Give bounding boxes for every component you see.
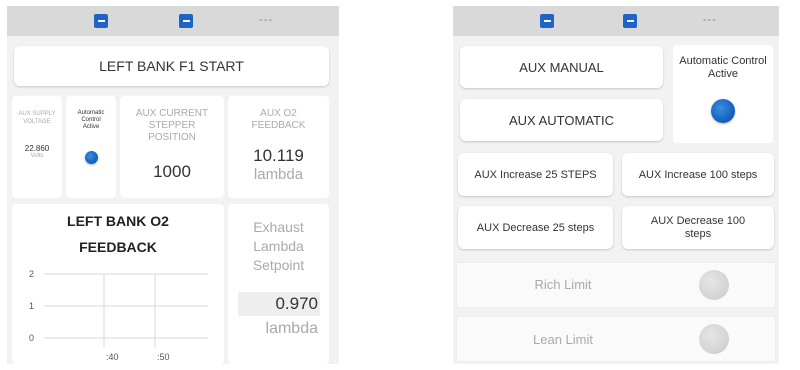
aux-o2-feedback-unit: lambda (253, 166, 304, 183)
automatic-control-indicator (711, 99, 735, 123)
automatic-control-small-label: Automatic Control Active (77, 110, 105, 130)
chart-ticks: 2 1 0 :40 :50 (29, 269, 170, 362)
exhaust-lambda-setpoint-tile: Exhaust Lambda Setpoint (228, 204, 329, 364)
aux-supply-voltage-value: 22.860 (24, 144, 50, 153)
aux-supply-voltage-unit: Volts (30, 153, 44, 159)
aux-decrease-100-label: AUX Decrease 100 steps (650, 214, 746, 240)
aux-increase-100-button[interactable]: AUX Increase 100 steps (622, 153, 774, 196)
left-topbar-dash: --- (259, 14, 273, 26)
rich-limit-indicator (699, 270, 729, 300)
aux-o2-feedback-label: AUX O2 FEEDBACK (251, 108, 306, 131)
chart-x-tick-label: :40 (106, 352, 119, 362)
aux-o2-feedback-value: 10.119 (253, 146, 304, 165)
right-back-arrow-icon[interactable] (540, 14, 554, 28)
setpoint-unit: lambda (265, 320, 318, 337)
automatic-control-small-indicator (84, 151, 98, 164)
aux-o2-feedback-tile: AUX O2 FEEDBACK 10.119 lambda (228, 96, 329, 198)
aux-stepper-position-value: 1000 (153, 162, 191, 181)
exhaust-lambda-setpoint-label: Exhaust Lambda Setpoint (252, 219, 305, 273)
aux-increase-100-label: AUX Increase 100 steps (638, 168, 758, 181)
right-topbar-dash: --- (703, 14, 717, 26)
aux-decrease-25-button[interactable]: AUX Decrease 25 steps (458, 206, 613, 249)
aux-decrease-25-label: AUX Decrease 25 steps (476, 221, 595, 234)
aux-supply-voltage-tile: AUX SUPPLY VOLTAGE 22.860 Volts (12, 96, 62, 198)
chart-grid (44, 273, 208, 348)
chart-title: LEFT BANK O2 FEEDBACK (67, 213, 169, 255)
right-topbar (453, 6, 779, 36)
aux-automatic-button[interactable]: AUX AUTOMATIC (460, 99, 663, 141)
right-forward-arrow-icon[interactable] (623, 14, 637, 28)
left-back-arrow-icon[interactable] (94, 14, 108, 28)
aux-decrease-100-button[interactable]: AUX Decrease 100 steps (622, 206, 774, 249)
aux-manual-label: AUX MANUAL (519, 59, 604, 75)
left-bank-f1-start-button[interactable]: LEFT BANK F1 START (14, 46, 329, 86)
aux-automatic-label: AUX AUTOMATIC (509, 112, 614, 128)
aux-increase-25-button[interactable]: AUX Increase 25 STEPS (458, 153, 613, 196)
aux-stepper-position-tile: AUX CURRENT STEPPER POSITION 1000 (120, 96, 224, 198)
aux-increase-25-label: AUX Increase 25 STEPS (474, 168, 597, 181)
chart-y-tick-label: 1 (29, 301, 34, 311)
lean-limit-indicator (699, 324, 729, 354)
aux-stepper-position-label: AUX CURRENT STEPPER POSITION (135, 108, 209, 143)
o2-feedback-chart: 2 1 0 :40 :50 (29, 269, 208, 362)
left-forward-arrow-icon[interactable] (179, 14, 193, 28)
left-topbar (7, 6, 339, 36)
automatic-control-label: Automatic Control Active (679, 55, 767, 80)
chart-y-tick-label: 2 (29, 269, 34, 279)
rich-limit-label: Rich Limit (534, 277, 592, 292)
aux-supply-voltage-label: AUX SUPPLY VOLTAGE (18, 111, 56, 125)
lean-limit-label: Lean Limit (533, 332, 593, 347)
automatic-control-tile: Automatic Control Active (673, 45, 773, 143)
aux-manual-button[interactable]: AUX MANUAL (460, 46, 663, 88)
left-bank-f1-start-label: LEFT BANK F1 START (99, 58, 244, 74)
chart-y-tick-label: 0 (29, 333, 34, 343)
chart-x-tick-label: :50 (157, 352, 170, 362)
automatic-control-small-tile: Automatic Control Active (66, 96, 116, 198)
setpoint-value: 0.970 (275, 294, 318, 313)
